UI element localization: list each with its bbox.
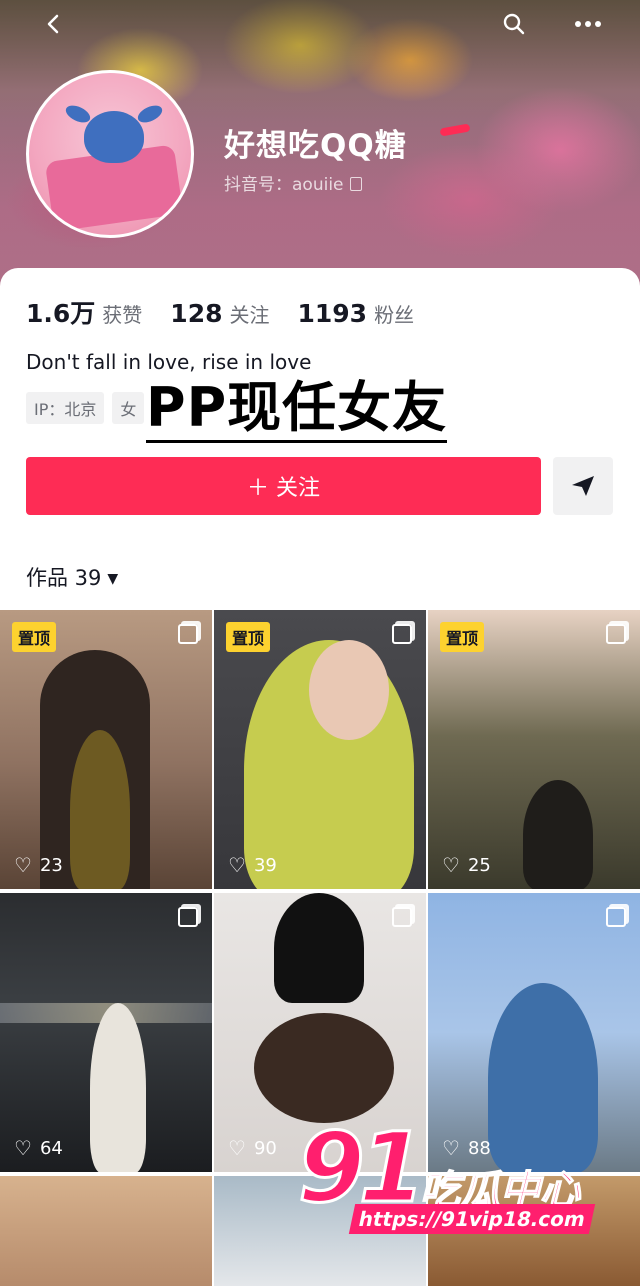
nickname: 好想吃QQ糖 — [224, 128, 407, 164]
copy-icon[interactable] — [349, 177, 362, 191]
heart-icon: ♡ — [14, 853, 32, 877]
more-dots-icon — [575, 21, 601, 27]
stat-likes[interactable]: 1.6万 获赞 — [26, 294, 142, 330]
like-count: ♡ 64 — [14, 1136, 63, 1160]
heart-icon: ♡ — [228, 1136, 246, 1160]
post-thumbnail[interactable]: ♡ 64 — [0, 893, 212, 1172]
post-thumbnail[interactable]: ♡ 88 — [428, 893, 640, 1172]
message-button[interactable] — [553, 457, 613, 515]
watermark-url: https://91vip18.com — [348, 1204, 596, 1234]
like-count-value: 39 — [253, 854, 277, 876]
multi-image-icon — [606, 907, 626, 927]
avatar-character — [84, 111, 144, 163]
more-button[interactable] — [570, 6, 606, 42]
tag-ip: IP：北京 — [26, 392, 105, 424]
multi-image-icon — [606, 624, 626, 644]
post-thumbnail[interactable]: 置顶 ♡ 23 — [0, 610, 212, 889]
person-figure — [90, 1003, 146, 1172]
stat-followers[interactable]: 1193 粉丝 — [297, 299, 414, 328]
like-count: ♡ 25 — [442, 853, 491, 877]
stats-row: 1.6万 获赞 128 关注 1193 粉丝 — [26, 294, 442, 330]
stat-likes-label: 获赞 — [102, 303, 143, 327]
heart-icon: ♡ — [14, 1136, 32, 1160]
avatar-ear-right — [135, 102, 165, 126]
multi-image-icon — [178, 624, 198, 644]
pinned-badge: 置顶 — [12, 622, 57, 652]
stat-following-value: 128 — [170, 299, 223, 328]
send-icon — [572, 476, 594, 496]
heart-icon: ♡ — [442, 853, 460, 877]
tag-list: IP：北京 女 — [26, 392, 145, 424]
multi-image-icon — [392, 624, 412, 644]
face-shape — [309, 640, 389, 740]
person-figure — [523, 780, 593, 889]
works-label: 作品 39 — [26, 566, 102, 590]
douyin-id[interactable]: 抖音号：aouiie — [224, 170, 362, 195]
like-count: ♡ 39 — [228, 853, 277, 877]
like-count: ♡ 23 — [14, 853, 63, 877]
stat-followers-value: 1193 — [297, 299, 368, 328]
like-count-value: 88 — [467, 1137, 491, 1159]
post-thumbnail[interactable]: 置顶 ♡ 39 — [214, 610, 426, 889]
stat-followers-label: 粉丝 — [374, 303, 415, 327]
multi-image-icon — [178, 907, 198, 927]
caret-down-icon: ▼ — [107, 571, 119, 587]
like-count-value: 25 — [467, 854, 491, 876]
works-tab[interactable]: 作品 39 ▼ — [26, 562, 118, 592]
stat-likes-value: 1.6万 — [26, 299, 96, 328]
avatar[interactable] — [26, 70, 194, 238]
pinned-badge: 置顶 — [226, 622, 271, 652]
post-thumbnail[interactable] — [0, 1176, 212, 1286]
search-button[interactable] — [496, 6, 532, 42]
like-count-value: 64 — [39, 1137, 63, 1159]
person-figure — [488, 983, 598, 1172]
like-count-value: 23 — [39, 854, 63, 876]
overlay-caption: PP现任女友 — [146, 376, 448, 443]
heart-icon: ♡ — [228, 853, 246, 877]
like-count: ♡ 88 — [442, 1136, 491, 1160]
like-count: ♡ 90 — [228, 1136, 277, 1160]
person-figure — [274, 893, 364, 1003]
hair-shape — [254, 1013, 394, 1123]
follow-button[interactable]: ＋ 关注 — [26, 457, 541, 515]
person-figure — [70, 730, 130, 889]
search-icon — [503, 13, 525, 35]
like-count-value: 90 — [253, 1137, 277, 1159]
multi-image-icon — [392, 907, 412, 927]
tag-gender: 女 — [112, 392, 145, 424]
douyin-id-text: 抖音号：aouiie — [224, 175, 344, 195]
stat-following-label: 关注 — [229, 303, 270, 327]
chevron-left-icon — [47, 14, 59, 34]
back-button[interactable] — [36, 6, 72, 42]
heart-icon: ♡ — [442, 1136, 460, 1160]
post-thumbnail[interactable]: 置顶 ♡ 25 — [428, 610, 640, 889]
bio: Don't fall in love, rise in love — [26, 350, 312, 374]
stat-following[interactable]: 128 关注 — [170, 299, 269, 328]
pinned-badge: 置顶 — [440, 622, 485, 652]
